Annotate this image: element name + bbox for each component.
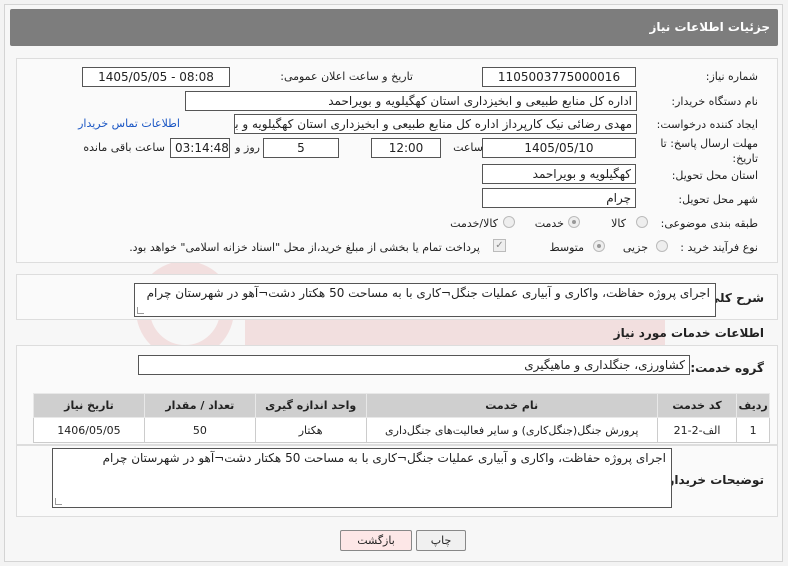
cell-need-date: 1406/05/05 xyxy=(33,417,145,443)
col-need-date: تاریخ نیاز xyxy=(33,393,145,418)
summary-text: اجرای پروژه حفاظت، واکاری و آبیاری عملیا… xyxy=(146,286,710,300)
service-group-field: کشاورزی، جنگلداری و ماهیگیری xyxy=(138,355,690,375)
summary-textarea[interactable]: اجرای پروژه حفاظت، واکاری و آبیاری عملیا… xyxy=(134,283,716,317)
cell-service-name: پرورش جنگل(جنگل‌کاری) و سایر فعالیت‌های … xyxy=(365,417,658,443)
buyer-org-field: اداره کل منابع طبیعی و ابخیزداری استان ک… xyxy=(185,91,637,111)
page-header: جزئیات اطلاعات نیاز xyxy=(10,9,778,46)
announce-datetime-label: تاریخ و ساعت اعلان عمومی: xyxy=(280,70,413,83)
buyer-notes-text: اجرای پروژه حفاظت، واکاری و آبیاری عملیا… xyxy=(102,451,666,465)
need-number-field: 1105003775000016 xyxy=(482,67,636,87)
col-quantity: تعداد / مقدار xyxy=(143,393,256,418)
process-type-label: نوع فرآیند خرید : xyxy=(680,241,758,254)
buyer-contact-link[interactable]: اطلاعات تماس خریدار xyxy=(78,117,180,130)
back-button[interactable]: بازگشت xyxy=(340,530,412,551)
city-label: شهر محل تحویل: xyxy=(678,193,758,206)
city-field: چرام xyxy=(482,188,636,208)
category-radio-goods-service[interactable] xyxy=(503,216,515,228)
category-option-service: خدمت xyxy=(534,217,564,230)
deadline-label: مهلت ارسال پاسخ: تا xyxy=(660,137,758,150)
service-group-label: گروه خدمت: xyxy=(690,361,764,375)
cell-service-code: الف-2-21 xyxy=(656,417,738,443)
deadline-time-field: 12:00 xyxy=(371,138,441,158)
announce-datetime-field: 1405/05/05 - 08:08 xyxy=(82,67,230,87)
process-option-minor: جزیی xyxy=(622,241,648,254)
services-table: ردیف کد خدمت نام خدمت واحد اندازه گیری ت… xyxy=(33,393,770,443)
category-option-goods-service: کالا/خدمت xyxy=(450,217,498,230)
deadline-label-date: تاریخ: xyxy=(732,152,758,165)
col-unit: واحد اندازه گیری xyxy=(254,393,367,418)
table-row: 1 الف-2-21 پرورش جنگل(جنگل‌کاری) و سایر … xyxy=(33,417,770,443)
buyer-notes-textarea[interactable]: اجرای پروژه حفاظت، واکاری و آبیاری عملیا… xyxy=(52,448,672,508)
process-radio-minor[interactable] xyxy=(656,240,668,252)
days-label: روز و xyxy=(235,141,260,154)
requester-field: مهدی رضائی نیک کارپرداز اداره کل منابع ط… xyxy=(234,114,637,134)
col-service-code: کد خدمت xyxy=(656,393,738,418)
services-section-title: اطلاعات خدمات مورد نیاز xyxy=(613,326,764,340)
category-label: طبقه بندی موضوعی: xyxy=(660,217,758,230)
print-button[interactable]: چاپ xyxy=(416,530,466,551)
buyer-org-label: نام دستگاه خریدار: xyxy=(671,95,758,108)
page-title: جزئیات اطلاعات نیاز xyxy=(649,20,770,34)
remaining-time-field: 03:14:48 xyxy=(170,138,230,158)
services-table-header: ردیف کد خدمت نام خدمت واحد اندازه گیری ت… xyxy=(33,393,770,418)
resize-grip-icon[interactable] xyxy=(137,307,144,314)
process-radio-medium[interactable] xyxy=(593,240,605,252)
cell-row-number: 1 xyxy=(736,417,770,443)
col-service-name: نام خدمت xyxy=(365,393,658,418)
deadline-time-label: ساعت xyxy=(453,141,483,154)
col-row-number: ردیف xyxy=(736,393,770,418)
province-label: استان محل تحویل: xyxy=(671,169,758,182)
days-remaining-field: 5 xyxy=(263,138,339,158)
buyer-notes-label: توضیحات خریدار: xyxy=(662,473,764,487)
category-radio-goods[interactable] xyxy=(636,216,648,228)
cell-unit: هکتار xyxy=(254,417,367,443)
province-field: کهگیلویه و بویراحمد xyxy=(482,164,636,184)
category-option-goods: کالا xyxy=(611,217,626,230)
treasury-payment-note: پرداخت تمام یا بخشی از مبلغ خرید،از محل … xyxy=(129,241,480,254)
category-radio-service[interactable] xyxy=(568,216,580,228)
need-info-panel xyxy=(16,58,778,263)
resize-grip-icon[interactable] xyxy=(55,498,62,505)
cell-quantity: 50 xyxy=(143,417,256,443)
treasury-payment-checkbox[interactable]: ✓ xyxy=(493,239,506,252)
deadline-date-field: 1405/05/10 xyxy=(482,138,636,158)
remaining-time-label: ساعت باقی مانده xyxy=(83,141,165,154)
need-number-label: شماره نیاز: xyxy=(705,70,758,83)
requester-label: ایجاد کننده درخواست: xyxy=(656,118,758,131)
process-option-medium: متوسط xyxy=(549,241,584,254)
